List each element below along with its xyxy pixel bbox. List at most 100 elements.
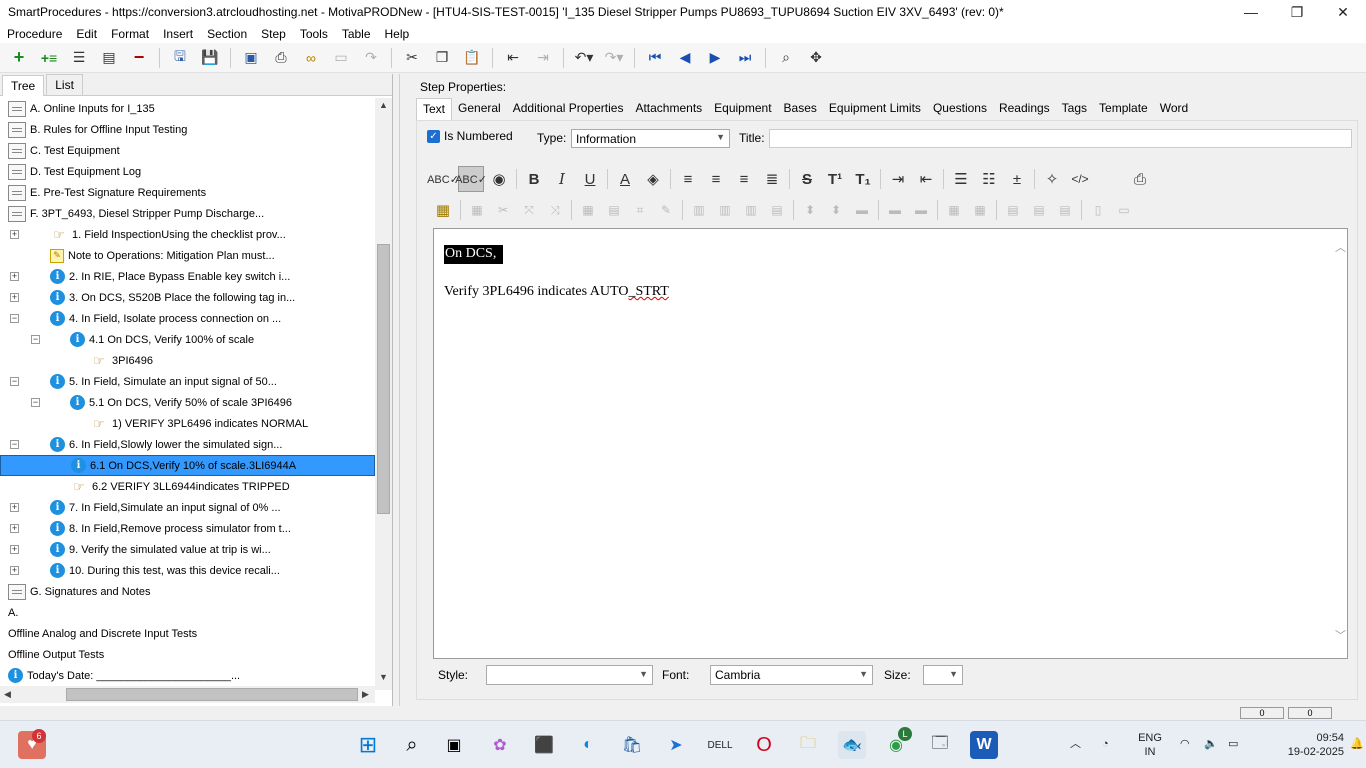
borders-icon[interactable]: ▦ xyxy=(942,197,966,223)
title-input[interactable] xyxy=(769,129,1352,148)
highlight-color-icon[interactable]: ◈ xyxy=(640,166,666,192)
tree-node[interactable]: − i 6. In Field,Slowly lower the simulated… xyxy=(0,434,375,455)
spellcheck-as-you-type-icon[interactable]: ABC✓ xyxy=(455,166,487,192)
tab-list[interactable]: List xyxy=(46,74,83,95)
expand-icon[interactable]: + xyxy=(10,230,19,239)
volume-icon[interactable]: 🔈 xyxy=(1204,737,1218,751)
tree-node[interactable]: − i 4.1 On DCS, Verify 100% of scale xyxy=(0,329,375,350)
delete-column-icon[interactable]: ▥ xyxy=(739,197,763,223)
cell-edit-icon[interactable]: ▤ xyxy=(602,197,626,223)
pane-splitter[interactable] xyxy=(399,74,405,706)
scroll-thumb[interactable] xyxy=(377,244,390,514)
expand-icon[interactable]: + xyxy=(10,503,19,512)
task-view-icon[interactable]: ▣ xyxy=(440,731,468,759)
tree-node[interactable]: A. Online Inputs for I_135 xyxy=(0,98,375,119)
expand-icon[interactable]: + xyxy=(10,545,19,554)
menu-help[interactable]: Help xyxy=(378,27,417,41)
align-right-icon[interactable]: ≡ xyxy=(731,166,757,192)
scroll-left-icon[interactable]: ◀ xyxy=(4,689,11,700)
tree-node[interactable]: − i 5.1 On DCS, Verify 50% of scale 3PI649… xyxy=(0,392,375,413)
redo-disabled-icon[interactable]: ↷ xyxy=(359,46,383,70)
delete-row-icon[interactable]: ▬ xyxy=(850,197,874,223)
copy-icon[interactable]: ❐ xyxy=(430,46,454,70)
tree-node[interactable]: B. Rules for Offline Input Testing xyxy=(0,119,375,140)
collapse-icon[interactable]: − xyxy=(10,377,19,386)
tree-horizontal-scrollbar[interactable]: ◀ ▶ xyxy=(0,686,375,703)
superscript-icon[interactable]: T¹ xyxy=(822,166,848,192)
tree-node[interactable]: C. Test Equipment xyxy=(0,140,375,161)
spellcheck-icon[interactable]: ABC✓ xyxy=(427,166,459,192)
align-left-icon[interactable]: ≡ xyxy=(675,166,701,192)
bullet-list-icon[interactable]: ☰ xyxy=(948,166,974,192)
list-icon[interactable]: ☰ xyxy=(67,46,91,70)
valign-top-icon[interactable]: ▤ xyxy=(1001,197,1025,223)
tree-vertical-scrollbar[interactable]: ▲ ▼ xyxy=(375,98,392,690)
collapse-icon[interactable]: − xyxy=(31,398,40,407)
close-icon[interactable]: ✕ xyxy=(1320,0,1366,24)
notifications-bell-icon[interactable]: 🔔 xyxy=(1350,737,1364,751)
scroll-up-icon[interactable]: ▲ xyxy=(379,100,388,110)
remote-app-icon[interactable]: 🗔 xyxy=(926,731,954,759)
bold-icon[interactable]: B xyxy=(521,166,547,192)
move-icon[interactable]: ✥ xyxy=(804,46,828,70)
tab-readings[interactable]: Readings xyxy=(993,98,1056,120)
scroll-right-icon[interactable]: ▶ xyxy=(362,689,369,700)
tab-template[interactable]: Template xyxy=(1093,98,1154,120)
split-cells-icon[interactable]: ⤨ xyxy=(543,197,567,223)
numbered-list-icon[interactable]: ☷ xyxy=(976,166,1002,192)
editor-scrollbar[interactable]: ︿ ﹀ xyxy=(1333,229,1347,658)
column-width-icon[interactable]: ▤ xyxy=(765,197,789,223)
tab-bases[interactable]: Bases xyxy=(778,98,823,120)
tree-node[interactable]: Offline Output Tests xyxy=(0,644,375,665)
smartprocedures-icon[interactable]: 🐟 xyxy=(838,731,866,759)
indent-icon[interactable]: ⇤ xyxy=(501,46,525,70)
file-explorer-icon[interactable]: 🗀 xyxy=(794,731,822,759)
clock[interactable]: 09:54 19-02-2025 xyxy=(1284,731,1344,759)
tree-node[interactable]: Offline Analog and Discrete Input Tests xyxy=(0,623,375,644)
subscript-icon[interactable]: T₁ xyxy=(850,166,876,192)
menu-format[interactable]: Format xyxy=(104,27,156,41)
tree-node[interactable]: i Today's Date: ______________________... xyxy=(0,665,375,686)
opera-icon[interactable]: O xyxy=(750,731,778,759)
menu-step[interactable]: Step xyxy=(254,27,293,41)
tree-node[interactable]: i 6.1 On DCS,Verify 10% of scale.3LI6944A xyxy=(0,455,375,476)
tree-node[interactable]: E. Pre-Test Signature Requirements xyxy=(0,182,375,203)
tab-attachments[interactable]: Attachments xyxy=(629,98,708,120)
insert-row-above-icon[interactable]: ⬍ xyxy=(798,197,822,223)
increase-indent-icon[interactable]: ⇥ xyxy=(885,166,911,192)
tree-node[interactable]: ☞ 1) VERIFY 3PL6496 indicates NORMAL xyxy=(0,413,375,434)
menu-table[interactable]: Table xyxy=(335,27,378,41)
table-properties-icon[interactable]: ▦ xyxy=(465,197,489,223)
is-numbered-row[interactable]: ✓ Is Numbered xyxy=(427,129,513,143)
is-numbered-checkbox[interactable]: ✓ xyxy=(427,129,440,143)
justify-icon[interactable]: ≣ xyxy=(759,166,785,192)
link-icon[interactable]: ∞ xyxy=(299,46,323,70)
maximize-icon[interactable]: ❐ xyxy=(1274,0,1320,24)
scroll-down-icon[interactable]: ▼ xyxy=(379,672,388,682)
tab-general[interactable]: General xyxy=(452,98,507,120)
previous-step-icon[interactable]: ◀ xyxy=(673,46,697,70)
publish-icon[interactable]: ▣ xyxy=(239,46,263,70)
tab-tags[interactable]: Tags xyxy=(1056,98,1093,120)
tree-node[interactable]: − i 4. In Field, Isolate process connectio… xyxy=(0,308,375,329)
size-select[interactable]: ▼ xyxy=(923,665,963,685)
word-icon[interactable]: W xyxy=(970,731,998,759)
valign-bottom-icon[interactable]: ▤ xyxy=(1053,197,1077,223)
first-step-icon[interactable]: ⏮ xyxy=(643,46,667,70)
tree-node[interactable]: ☞ 3PI6496 xyxy=(0,350,375,371)
expand-icon[interactable]: + xyxy=(10,566,19,575)
tree-node[interactable]: + i 7. In Field,Simulate an input signal o… xyxy=(0,497,375,518)
power-automate-icon[interactable]: ➤ xyxy=(662,731,690,759)
copilot-icon[interactable]: ✿ xyxy=(486,731,514,759)
tab-word[interactable]: Word xyxy=(1154,98,1194,120)
tab-text[interactable]: Text xyxy=(416,98,453,120)
add-child-icon[interactable]: +≡ xyxy=(37,46,61,70)
align-center-icon[interactable]: ≡ xyxy=(703,166,729,192)
store-icon[interactable]: 🛍 xyxy=(618,731,646,759)
start-icon[interactable]: ⊞ xyxy=(354,731,382,759)
add-icon[interactable]: + xyxy=(7,46,31,70)
collapse-icon[interactable]: − xyxy=(10,314,19,323)
clear-format-icon[interactable]: ✧ xyxy=(1039,166,1065,192)
tree-node[interactable]: F. 3PT_6493, Diesel Stripper Pump Discha… xyxy=(0,203,375,224)
tab-equipment[interactable]: Equipment xyxy=(708,98,777,120)
